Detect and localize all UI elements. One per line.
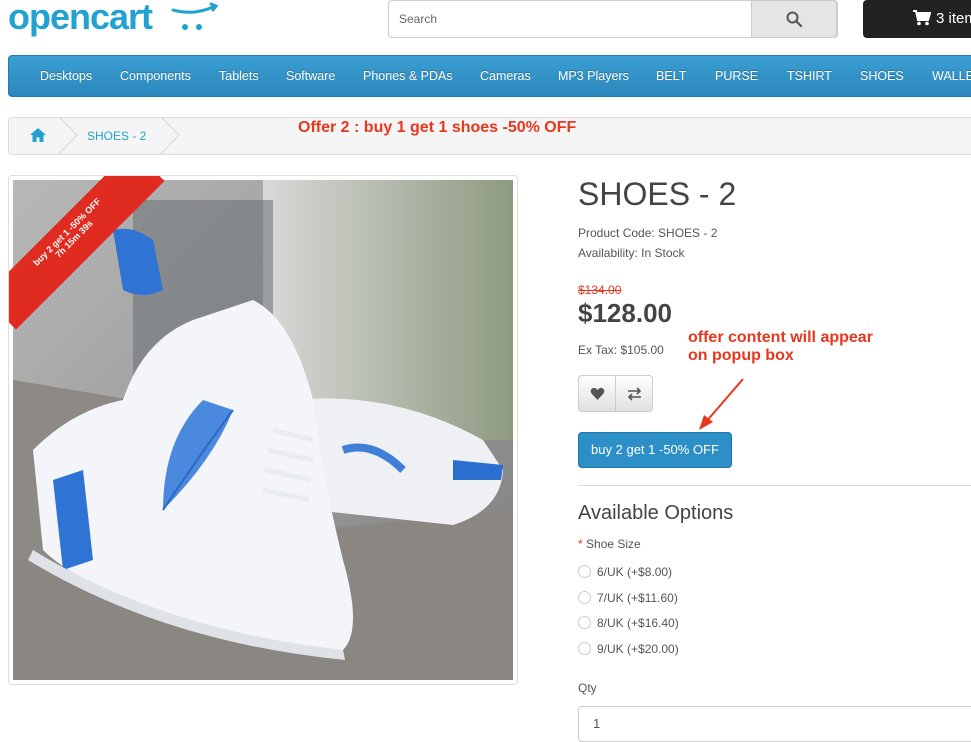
menu-item-tablets[interactable]: Tablets — [219, 69, 259, 83]
size-option[interactable]: 9/UK (+$20.00) — [578, 642, 679, 656]
menu-item-tshirt[interactable]: TSHIRT — [787, 69, 832, 83]
search-icon — [786, 11, 802, 27]
size-option[interactable]: 6/UK (+$8.00) — [578, 565, 672, 579]
shoe-size-label: * Shoe Size — [578, 537, 641, 551]
cart-button[interactable]: 3 item — [863, 0, 971, 38]
menu-item-desktops[interactable]: Desktops — [40, 69, 92, 83]
popup-annotation: offer content will appear on popup box — [688, 329, 873, 365]
menu-item-shoes[interactable]: SHOES — [860, 69, 904, 83]
search-box — [388, 0, 838, 38]
main-menu: Desktops Components Tablets Software Pho… — [8, 55, 971, 97]
add-to-wishlist-button[interactable] — [578, 375, 616, 412]
size-option-label: 8/UK (+$16.40) — [597, 616, 679, 630]
wishlist-compare-group — [578, 375, 653, 412]
availability: Availability: In Stock — [578, 246, 685, 260]
menu-item-software[interactable]: Software — [286, 69, 335, 83]
radio-button[interactable] — [578, 591, 591, 604]
qty-input[interactable]: 1 — [578, 706, 971, 742]
divider — [578, 485, 971, 486]
offer-annotation: Offer 2 : buy 1 get 1 shoes -50% OFF — [298, 119, 577, 136]
compare-button[interactable] — [615, 375, 653, 412]
cart-label: 3 item — [936, 10, 971, 27]
search-button[interactable] — [751, 0, 837, 38]
menu-item-cameras[interactable]: Cameras — [480, 69, 531, 83]
menu-item-belt[interactable]: BELT — [656, 69, 686, 83]
shopping-cart-icon — [913, 10, 931, 26]
breadcrumb-separator — [160, 117, 180, 155]
menu-item-wallet[interactable]: WALLET — [932, 69, 971, 83]
price: $128.00 — [578, 298, 672, 328]
heart-icon — [590, 387, 605, 400]
product-code: Product Code: SHOES - 2 — [578, 226, 718, 240]
cart-logo-icon — [171, 2, 219, 30]
logo-text: opencart — [8, 0, 153, 37]
offer-popup-button[interactable]: buy 2 get 1 -50% OFF — [578, 432, 732, 468]
old-price: $134.00 — [578, 283, 622, 297]
size-option-label: 6/UK (+$8.00) — [597, 565, 673, 579]
shoe-size-text: Shoe Size — [586, 537, 641, 551]
size-option-label: 9/UK (+$20.00) — [597, 642, 679, 656]
menu-item-phones-pdas[interactable]: Phones & PDAs — [363, 69, 453, 83]
size-option[interactable]: 7/UK (+$11.60) — [578, 591, 678, 605]
radio-button[interactable] — [578, 642, 591, 655]
search-input[interactable] — [389, 1, 751, 37]
menu-item-components[interactable]: Components — [120, 69, 191, 83]
radio-button[interactable] — [578, 616, 591, 629]
popup-annotation-line2: on popup box — [688, 347, 794, 364]
size-option-label: 7/UK (+$11.60) — [597, 591, 678, 605]
radio-button[interactable] — [578, 565, 591, 578]
product-image-thumbnail[interactable]: buy 2 get 1 -50% OFF 7h 15m 39s — [8, 175, 518, 685]
menu-item-mp3-players[interactable]: MP3 Players — [558, 69, 629, 83]
breadcrumb-separator — [58, 117, 78, 155]
annotation-arrow — [699, 378, 744, 430]
popup-annotation-line1: offer content will appear — [688, 329, 873, 346]
size-option[interactable]: 8/UK (+$16.40) — [578, 616, 679, 630]
product-title: SHOES - 2 — [578, 176, 737, 212]
exchange-icon — [627, 387, 642, 401]
home-icon[interactable] — [29, 127, 47, 143]
available-options-title: Available Options — [578, 502, 734, 524]
ex-tax-price: Ex Tax: $105.00 — [578, 343, 664, 357]
breadcrumb-current[interactable]: SHOES - 2 — [87, 129, 146, 143]
required-star: * — [578, 537, 583, 551]
qty-label: Qty — [578, 681, 597, 695]
menu-item-purse[interactable]: PURSE — [715, 69, 758, 83]
